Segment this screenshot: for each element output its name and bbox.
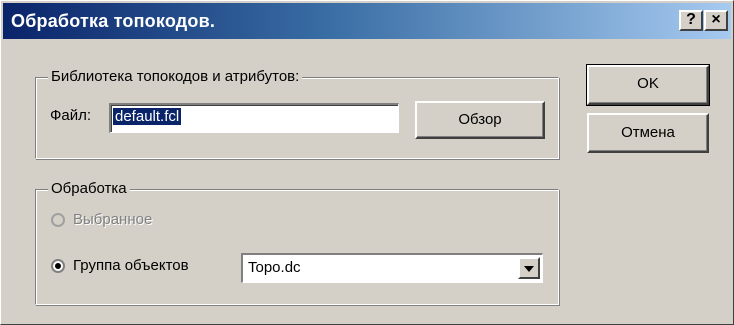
processing-groupbox: Обработка [35,179,559,305]
window-title: Обработка топокодов. [11,10,216,31]
file-input[interactable]: default.fcl [109,103,399,133]
radio-group-objects-option[interactable]: Группа объектов [51,257,189,274]
radio-button-checked-icon[interactable] [51,258,65,273]
browse-button[interactable]: Обзор [415,101,545,139]
close-button[interactable]: × [704,10,728,31]
help-button[interactable]: ? [679,10,703,31]
processing-group-legend: Обработка [48,179,130,199]
title-bar[interactable]: Обработка топокодов. ? × [3,3,731,39]
radio-button-icon [51,212,65,227]
group-select-value: Topo.dc [248,259,301,276]
file-label: Файл: [50,107,92,124]
cancel-button[interactable]: Отмена [587,113,709,153]
ok-button[interactable]: OK [586,64,710,106]
radio-selected-option: Выбранное [51,211,152,228]
file-input-value: default.fcl [113,108,182,125]
radio-selected-label: Выбранное [73,211,153,228]
chevron-down-icon[interactable] [518,257,540,279]
library-group-legend: Библиотека топокодов и атрибутов: [48,67,303,87]
dialog-window: Обработка топокодов. ? × Библиотека топо… [0,0,734,325]
radio-group-objects-label: Группа объектов [73,257,189,274]
group-select-dropdown[interactable]: Topo.dc [241,253,543,283]
